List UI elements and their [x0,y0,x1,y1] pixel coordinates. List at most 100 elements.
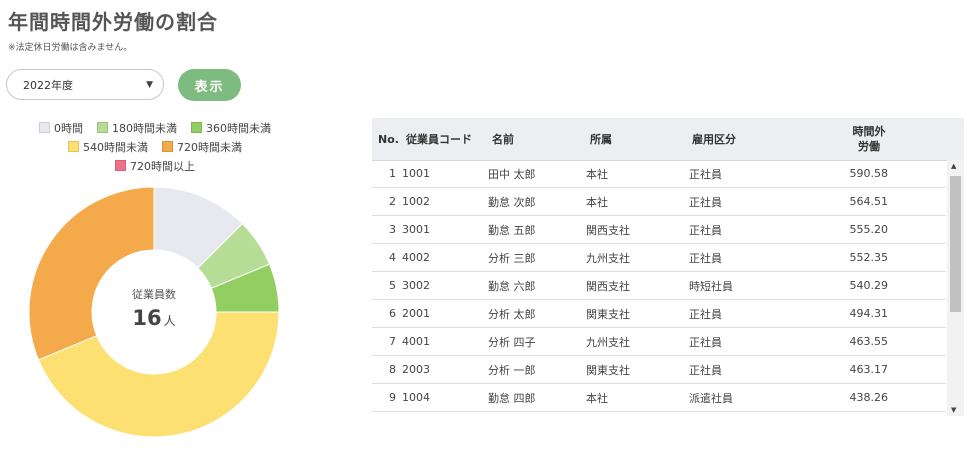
cell-name: 分析 太郎 [488,307,536,321]
cell-type: 正社員 [689,195,722,209]
cell-name: 勤怠 五郎 [488,223,536,237]
cell-type: 正社員 [689,363,722,377]
table-row[interactable]: 7 4001 分析 四子 九州支社 正社員 463.55 [372,328,946,356]
chevron-down-icon[interactable]: ▼ [146,80,153,90]
cell-name: 勤怠 三郎 [488,412,578,416]
show-button[interactable]: 表示 [178,69,241,101]
cell-hours: 463.55 [849,335,889,348]
cell-code: 4002 [402,251,430,264]
cell-hours: 438.26 [849,391,889,404]
cell-type: 正社員 [689,307,722,321]
center-label: 従業員数 [132,288,176,301]
cell-hours: 564.51 [849,195,889,208]
cell-type: 正社員 [689,223,722,237]
cell-code: 1002 [402,195,430,208]
cell-code: 3001 [402,223,430,236]
scroll-up-icon[interactable]: ▲ [951,162,956,170]
legend-swatch [162,141,173,152]
table-row[interactable]: 4 4002 分析 三郎 九州支社 正社員 552.35 [372,244,946,272]
cell-type: 正社員 [689,335,722,349]
legend-swatch [97,122,108,133]
header-name[interactable]: 名前 [492,118,514,160]
cell-type: 時短社員 [689,279,733,293]
legend-item[interactable]: 0時間 [39,120,83,136]
cell-name: 田中 太郎 [488,167,536,181]
cell-dept: 関東支社 [586,307,630,321]
table-scrollbar[interactable]: ▲ ▼ [947,160,964,416]
legend-label: 720時間以上 [130,159,195,173]
employee-count-unit: 人 [163,314,176,328]
table-row[interactable]: 2 1002 勤怠 次郎 本社 正社員 564.51 [372,188,946,216]
cell-code: 2003 [402,363,430,376]
cell-no: 1 [389,167,396,180]
legend-item[interactable]: 540時間未満 [68,139,148,155]
table-row[interactable]: 6 2001 分析 太郎 関東支社 正社員 494.31 [372,300,946,328]
cell-dept: 関東支社 [586,363,630,377]
legend-item[interactable]: 360時間未満 [191,120,271,136]
table-row[interactable]: 5 3002 勤怠 六郎 関西支社 時短社員 540.29 [372,272,946,300]
legend-label: 720時間未満 [177,140,242,154]
legend-item[interactable]: 720時間未満 [162,139,242,155]
employee-count: 16 [132,306,162,330]
cell-name: 勤怠 次郎 [488,195,536,209]
cell-name: 分析 一郎 [488,363,536,377]
cell-code: 4001 [402,335,430,348]
cell-hours: 540.29 [849,279,889,292]
legend-item[interactable]: 180時間未満 [97,120,177,136]
header-hours[interactable]: 時間外 労働 [842,118,896,160]
cell-no: 2 [389,195,396,208]
cell-code: 1004 [402,391,430,404]
cell-type: 契約社員 [689,412,779,416]
legend-item[interactable]: 720時間以上 [115,158,195,174]
legend-label: 0時間 [54,121,83,135]
cell-no: 8 [389,363,396,376]
cell-dept: 九州支社 [586,251,630,265]
year-select-value: 2022年度 [23,78,73,92]
cell-hours: 552.35 [849,251,889,264]
cell-dept: 九州支社 [586,335,630,349]
cell-no: 6 [389,307,396,320]
page-note: ※法定休日労働は含みません。 [8,43,133,53]
cell-code: 2001 [402,307,430,320]
cell-no: 10 [378,412,396,416]
table-body: 1 1001 田中 太郎 本社 正社員 590.58 2 1002 勤怠 次郎 本社 正社員 564.… [372,160,946,416]
overtime-table: No. 従業員コード 名前 所属 雇用区分 時間外 労働 1 1001 田中 太郎本… [372,118,964,416]
legend-swatch [191,122,202,133]
cell-type: 正社員 [689,251,722,265]
legend-label: 540時間未満 [83,140,148,154]
table-row[interactable]: 3 3001 勤怠 五郎 関西支社 正社員 555.20 [372,216,946,244]
cell-dept: 関西支社 [586,279,630,293]
cell-dept: 本社 [586,195,608,209]
donut-slice[interactable] [28,186,155,361]
header-code[interactable]: 従業員コード [406,118,472,160]
table-row[interactable]: 10 1003 勤怠 三郎 本社 契約社員 415.08 [372,412,946,416]
header-dept[interactable]: 所属 [590,118,612,160]
chart-legend: 0時間 180時間未満 360時間未満 540時間未満 720時間未満 720時… [0,118,310,175]
cell-dept: 関西支社 [586,223,630,237]
header-hours-line1: 時間外 [852,125,886,138]
scroll-thumb[interactable] [950,176,961,312]
page-title: 年間時間外労働の割合 [8,10,218,34]
header-no[interactable]: No. [378,118,399,160]
table-row[interactable]: 9 1004 勤怠 四郎 本社 派遣社員 438.26 [372,384,946,412]
cell-no: 7 [389,335,396,348]
cell-no: 3 [389,223,396,236]
legend-label: 180時間未満 [112,121,177,135]
cell-hours: 590.58 [849,167,889,180]
legend-swatch [39,122,50,133]
cell-hours: 463.17 [849,363,889,376]
legend-swatch [115,160,126,171]
cell-no: 4 [389,251,396,264]
scroll-down-icon[interactable]: ▼ [951,406,956,414]
cell-dept: 本社 [586,167,608,181]
header-type[interactable]: 雇用区分 [692,118,736,160]
cell-name: 分析 三郎 [488,251,536,265]
cell-dept: 本社 [586,391,608,405]
cell-hours: 555.20 [849,223,889,236]
legend-label: 360時間未満 [206,121,271,135]
year-select[interactable]: 2022年度 ▼ [6,69,164,100]
table-row[interactable]: 1 1001 田中 太郎 本社 正社員 590.58 [372,160,946,188]
cell-hours: 415.08 [828,412,888,416]
legend-swatch [68,141,79,152]
table-row[interactable]: 8 2003 分析 一郎 関東支社 正社員 463.17 [372,356,946,384]
